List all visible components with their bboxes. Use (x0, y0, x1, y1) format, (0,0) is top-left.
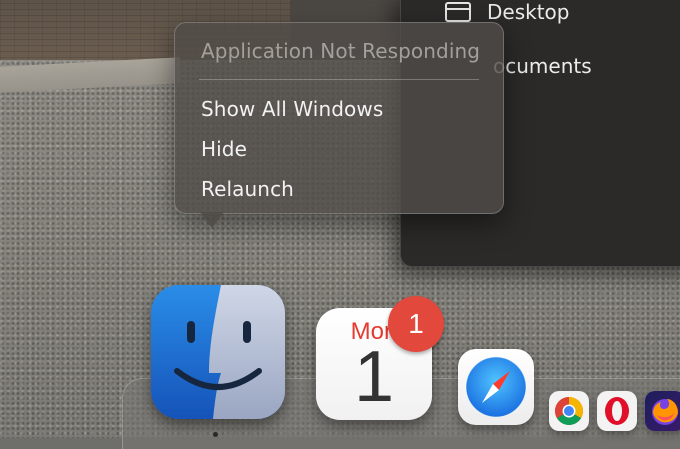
dock-context-menu: Application Not Responding Show All Wind… (174, 22, 504, 214)
safari-icon[interactable] (458, 349, 534, 425)
sidebar-item-label: Desktop (487, 0, 570, 24)
sidebar-item-documents[interactable]: ocuments (493, 54, 592, 78)
desktop-icon (445, 2, 471, 22)
firefox-logo-graphic (652, 399, 678, 425)
opera-icon[interactable] (597, 391, 637, 431)
finder-icon[interactable] (151, 285, 285, 419)
chrome-logo-graphic (555, 397, 583, 425)
sidebar-item-desktop[interactable]: Desktop (445, 0, 569, 24)
menu-item-hide[interactable]: Hide (201, 137, 247, 161)
firefox-icon[interactable] (645, 391, 680, 431)
calendar-notification-badge: 1 (388, 296, 444, 352)
menu-separator (199, 79, 479, 80)
menu-item-relaunch[interactable]: Relaunch (201, 177, 294, 201)
menu-item-show-all-windows[interactable]: Show All Windows (201, 97, 383, 121)
menu-item-application-not-responding: Application Not Responding (201, 39, 481, 63)
sidebar-item-label: ocuments (493, 54, 592, 78)
finder-face-graphic (151, 285, 285, 419)
menu-pointer-arrow (200, 212, 224, 228)
safari-compass-graphic (465, 356, 527, 418)
opera-logo-graphic (605, 397, 629, 425)
finder-running-indicator (213, 432, 218, 437)
chrome-icon[interactable] (549, 391, 589, 431)
